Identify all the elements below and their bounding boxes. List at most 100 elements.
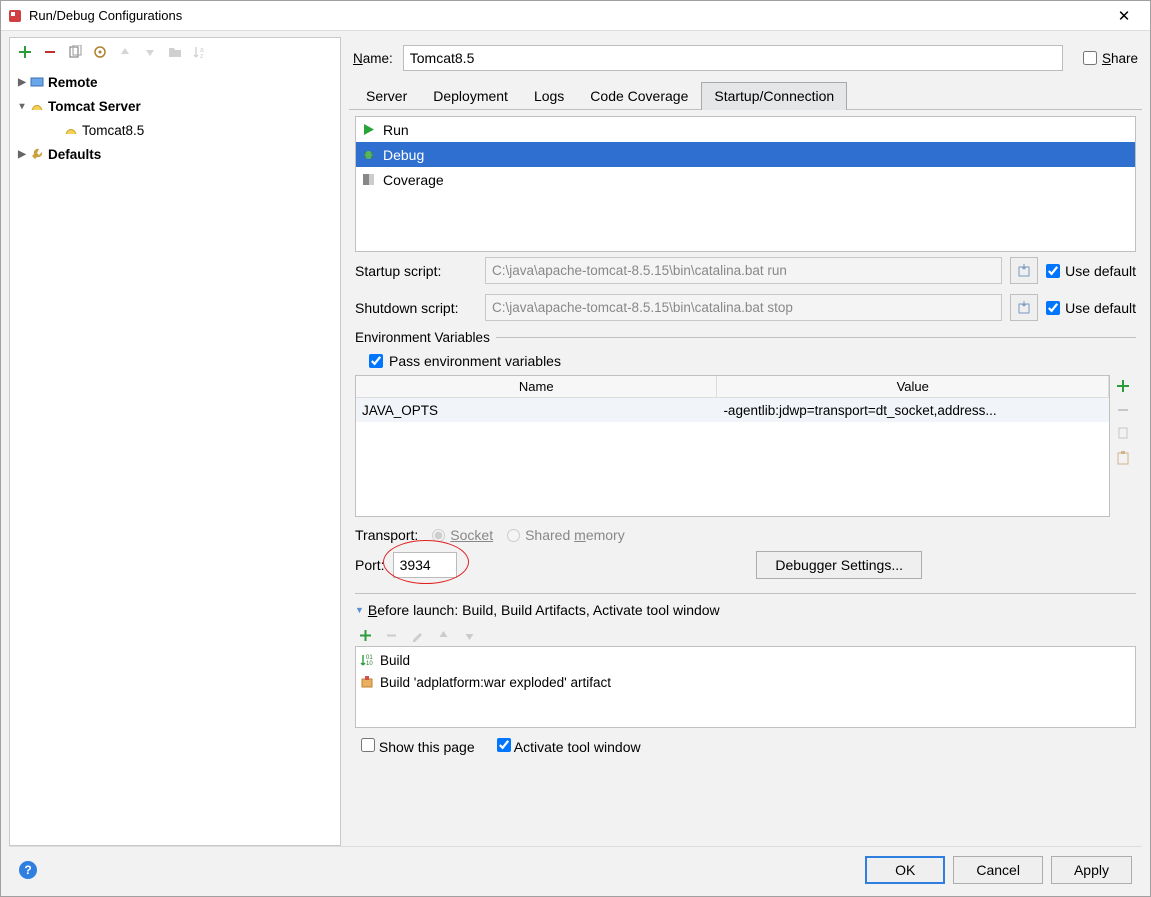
tree-node-remote[interactable]: ▶ Remote xyxy=(10,70,340,94)
before-launch-item[interactable]: Build 'adplatform:war exploded' artifact xyxy=(356,671,1135,693)
play-icon xyxy=(362,123,375,136)
transport-label: Transport: xyxy=(355,527,418,543)
tree-label: Tomcat8.5 xyxy=(82,123,144,138)
tab-logs[interactable]: Logs xyxy=(521,82,577,110)
before-launch-toolbar xyxy=(355,624,1136,646)
env-vars-table[interactable]: Name Value JAVA_OPTS -agentlib:jdwp=tran… xyxy=(355,375,1110,517)
apply-button[interactable]: Apply xyxy=(1051,856,1132,884)
tree-label: Tomcat Server xyxy=(48,99,141,114)
share-checkbox-label[interactable]: Share xyxy=(1083,51,1138,66)
shutdown-use-default[interactable]: Use default xyxy=(1046,300,1136,316)
run-mode-label: Coverage xyxy=(383,172,444,188)
run-mode-list: Run Debug Coverage xyxy=(355,116,1136,252)
show-this-page[interactable]: Show this page xyxy=(361,738,475,755)
ok-button[interactable]: OK xyxy=(865,856,945,884)
bl-add-button[interactable] xyxy=(357,627,373,643)
startup-script-input xyxy=(485,257,1002,284)
tree-node-tomcat85[interactable]: Tomcat8.5 xyxy=(10,118,340,142)
tomcat-icon xyxy=(28,100,46,112)
run-mode-coverage[interactable]: Coverage xyxy=(356,167,1135,192)
run-mode-run[interactable]: Run xyxy=(356,117,1135,142)
name-row: Name: Share xyxy=(349,37,1142,81)
bl-edit-button[interactable] xyxy=(409,627,425,643)
share-checkbox[interactable] xyxy=(1083,51,1097,65)
before-launch-list[interactable]: 0110 Build Build 'adplatform:war explode… xyxy=(355,646,1136,728)
startup-use-default[interactable]: Use default xyxy=(1046,263,1136,279)
app-icon xyxy=(7,8,23,24)
env-vars-section-label: Environment Variables xyxy=(355,326,1136,347)
dialog-footer: ? OK Cancel Apply xyxy=(9,846,1142,892)
run-mode-label: Debug xyxy=(383,147,424,163)
tree-node-tomcat-server[interactable]: ▾ Tomcat Server xyxy=(10,94,340,118)
chevron-right-icon: ▶ xyxy=(16,77,28,88)
tab-deployment[interactable]: Deployment xyxy=(420,82,521,110)
bl-remove-button[interactable] xyxy=(383,627,399,643)
env-var-row[interactable]: JAVA_OPTS -agentlib:jdwp=transport=dt_so… xyxy=(356,398,1109,422)
shutdown-use-default-checkbox[interactable] xyxy=(1046,301,1060,315)
env-remove-button[interactable] xyxy=(1114,401,1132,419)
transport-shared-memory: Shared memory xyxy=(507,527,625,543)
startup-use-default-checkbox[interactable] xyxy=(1046,264,1060,278)
left-panel: az ▶ Remote ▾ Tomcat Server xyxy=(9,37,341,846)
env-copy-button[interactable] xyxy=(1114,425,1132,443)
copy-config-button[interactable] xyxy=(64,41,86,63)
name-input[interactable] xyxy=(403,45,1063,71)
close-button[interactable]: ✕ xyxy=(1104,7,1144,25)
help-button[interactable]: ? xyxy=(19,861,37,879)
tab-server[interactable]: Server xyxy=(353,82,420,110)
activate-tool-window[interactable]: Activate tool window xyxy=(497,738,641,755)
wrench-icon xyxy=(28,147,46,161)
before-launch-header[interactable]: ▼ Before launch: Build, Build Artifacts,… xyxy=(355,602,1136,624)
remote-icon xyxy=(28,76,46,88)
run-mode-label: Run xyxy=(383,122,409,138)
startup-script-label: Startup script: xyxy=(355,263,477,279)
right-panel: Name: Share Server Deployment Logs Code … xyxy=(349,37,1142,846)
env-hdr-name: Name xyxy=(356,376,717,397)
bl-down-button[interactable] xyxy=(461,627,477,643)
dialog-body: az ▶ Remote ▾ Tomcat Server xyxy=(1,31,1150,896)
startup-script-row: Startup script: Use default xyxy=(355,252,1136,289)
env-hdr-value: Value xyxy=(717,376,1109,397)
folder-button[interactable] xyxy=(164,41,186,63)
env-add-button[interactable] xyxy=(1114,377,1132,395)
sort-button[interactable]: az xyxy=(189,41,211,63)
port-label: Port: xyxy=(355,557,385,573)
move-up-button[interactable] xyxy=(114,41,136,63)
bl-item-label: Build xyxy=(380,653,410,668)
shutdown-script-input xyxy=(485,294,1002,321)
startup-browse-button[interactable] xyxy=(1010,257,1038,284)
activate-tool-window-checkbox[interactable] xyxy=(497,738,511,752)
tree-node-defaults[interactable]: ▶ Defaults xyxy=(10,142,340,166)
tab-startup-connection[interactable]: Startup/Connection xyxy=(701,82,847,110)
chevron-right-icon: ▶ xyxy=(16,149,28,160)
move-down-button[interactable] xyxy=(139,41,161,63)
bl-item-label: Build 'adplatform:war exploded' artifact xyxy=(380,675,611,690)
pass-env-vars-checkbox[interactable] xyxy=(369,354,383,368)
bottom-checks: Show this page Activate tool window xyxy=(355,728,1136,761)
env-vars-header: Name Value xyxy=(356,376,1109,398)
env-paste-button[interactable] xyxy=(1114,449,1132,467)
window-title: Run/Debug Configurations xyxy=(29,8,1104,23)
left-toolbar: az xyxy=(10,38,340,66)
bl-up-button[interactable] xyxy=(435,627,451,643)
debugger-settings-button[interactable]: Debugger Settings... xyxy=(756,551,922,579)
cancel-button[interactable]: Cancel xyxy=(953,856,1043,884)
tree-label: Remote xyxy=(48,75,98,90)
transport-row: Transport: Socket Shared memory xyxy=(355,517,1136,547)
before-launch-item[interactable]: 0110 Build xyxy=(356,649,1135,671)
shutdown-browse-button[interactable] xyxy=(1010,294,1038,321)
remove-config-button[interactable] xyxy=(39,41,61,63)
add-config-button[interactable] xyxy=(14,41,36,63)
tab-code-coverage[interactable]: Code Coverage xyxy=(577,82,701,110)
env-var-value: -agentlib:jdwp=transport=dt_socket,addre… xyxy=(717,398,1109,422)
svg-text:z: z xyxy=(200,53,204,59)
show-this-page-checkbox[interactable] xyxy=(361,738,375,752)
env-vars-wrap: Name Value JAVA_OPTS -agentlib:jdwp=tran… xyxy=(355,375,1136,517)
tab-bar: Server Deployment Logs Code Coverage Sta… xyxy=(349,81,1142,110)
run-mode-debug[interactable]: Debug xyxy=(356,142,1135,167)
pass-env-vars[interactable]: Pass environment variables xyxy=(355,347,1136,375)
port-input[interactable] xyxy=(393,552,457,578)
config-tree: ▶ Remote ▾ Tomcat Server Tomcat8.5 xyxy=(10,66,340,845)
svg-text:10: 10 xyxy=(366,661,373,667)
settings-icon[interactable] xyxy=(89,41,111,63)
